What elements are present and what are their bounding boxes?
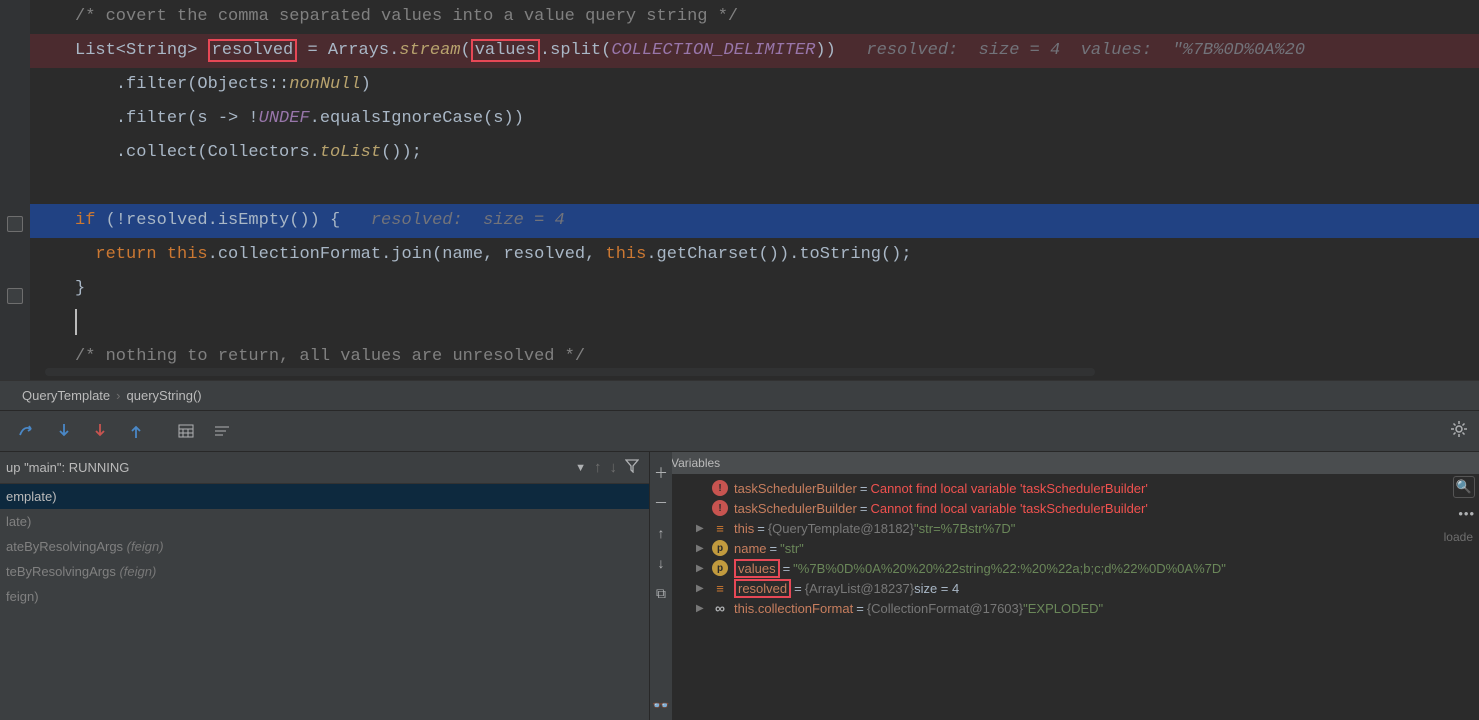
variable-row[interactable]: ▶≡resolved = {ArrayList@18237} size = 4 [672,578,1479,598]
frame-item[interactable]: teByResolvingArgs (feign) [0,559,649,584]
move-down-icon[interactable]: ↓ [652,554,670,572]
next-frame-icon[interactable]: ↓ [610,459,618,476]
variable-kind-icon: ∞ [712,600,728,616]
code-editor[interactable]: /* covert the comma separated values int… [0,0,1479,380]
gutter-marker-icon [7,216,23,232]
frames-list[interactable]: emplate)late)ateByResolvingArgs (feign)t… [0,484,649,720]
gutter-marker-icon [7,288,23,304]
trace-current-stream-icon[interactable] [210,419,234,443]
variable-row[interactable]: !taskSchedulerBuilder = Cannot find loca… [672,478,1479,498]
prev-frame-icon[interactable]: ↑ [594,459,602,476]
horizontal-scrollbar[interactable] [45,368,1095,376]
step-out-icon[interactable] [124,419,148,443]
move-up-icon[interactable]: ↑ [652,524,670,542]
error-icon: ! [712,500,728,516]
glasses-icon[interactable]: 👓 [652,696,670,714]
breadcrumb[interactable]: QueryTemplate › queryString() [0,380,1479,410]
more-icon[interactable]: ••• [1458,502,1475,524]
breadcrumb-item[interactable]: QueryTemplate [22,388,110,403]
code-comment: /* nothing to return, all values are unr… [75,347,585,366]
highlight-resolved-decl: resolved [208,39,298,62]
highlight-values-ref: values [471,39,540,62]
error-icon: ! [712,480,728,496]
dropdown-icon[interactable]: ▼ [575,462,586,474]
frame-item[interactable]: ateByResolvingArgs (feign) [0,534,649,559]
variable-row[interactable]: ▶∞this.collectionFormat = {CollectionFor… [672,598,1479,618]
variable-kind-icon: ≡ [712,580,728,596]
variables-header: ≡ Variables [650,452,1479,474]
chevron-right-icon: › [116,388,120,403]
find-icon[interactable]: 🔍 [1453,476,1475,498]
variable-row[interactable]: ▶pvalues = "%7B%0D%0A%20%20%22string%22:… [672,558,1479,578]
editor-gutter [0,0,30,380]
variable-row[interactable]: ▶≡this = {QueryTemplate@18182} "str=%7Bs… [672,518,1479,538]
code-line-current[interactable]: List<String> resolved = Arrays.stream(va… [30,34,1479,68]
variable-row[interactable]: ▶pname = "str" [672,538,1479,558]
variable-kind-icon: p [712,560,728,576]
frame-item[interactable]: emplate) [0,484,649,509]
caret-line[interactable] [30,306,1479,340]
thread-selector[interactable]: up "main": RUNNING ▼ ↑ ↓ [0,452,649,484]
variables-side-toolbar: ＋ － ↑ ↓ ⧉ 👓 [650,452,672,720]
evaluate-expression-icon[interactable] [174,419,198,443]
settings-gear-icon[interactable] [1449,419,1471,441]
breadcrumb-item[interactable]: queryString() [127,388,202,403]
truncated-label: loade [1444,530,1473,544]
code-comment: /* covert the comma separated values int… [75,7,738,26]
remove-watch-icon[interactable]: － [652,494,670,512]
variable-kind-icon: p [712,540,728,556]
filter-icon[interactable] [625,459,639,477]
inline-debug-hint: resolved: size = 4 values: "%7B%0D%0A%20 [866,41,1305,60]
frames-panel: up "main": RUNNING ▼ ↑ ↓ emplate)late)at… [0,452,650,720]
debug-panel: up "main": RUNNING ▼ ↑ ↓ emplate)late)at… [0,452,1479,720]
frame-item[interactable]: feign) [0,584,649,609]
copy-icon[interactable]: ⧉ [652,584,670,602]
step-over-icon[interactable] [16,419,40,443]
step-into-icon[interactable] [52,419,76,443]
inline-debug-hint: resolved: size = 4 [371,211,565,230]
add-watch-icon[interactable]: ＋ [652,464,670,482]
debug-toolbar [0,410,1479,452]
variables-tree[interactable]: !taskSchedulerBuilder = Cannot find loca… [672,474,1479,618]
variable-kind-icon: ≡ [712,520,728,536]
variable-row[interactable]: !taskSchedulerBuilder = Cannot find loca… [672,498,1479,518]
variables-panel: ⇲ ↗ ⤢ ⎯ ≡ Variables ＋ － ↑ ↓ ⧉ 👓 🔍 ••• lo… [650,452,1479,720]
frame-item[interactable]: late) [0,509,649,534]
force-step-into-icon[interactable] [88,419,112,443]
code-line-execution-point[interactable]: if (!resolved.isEmpty()) { resolved: siz… [30,204,1479,238]
